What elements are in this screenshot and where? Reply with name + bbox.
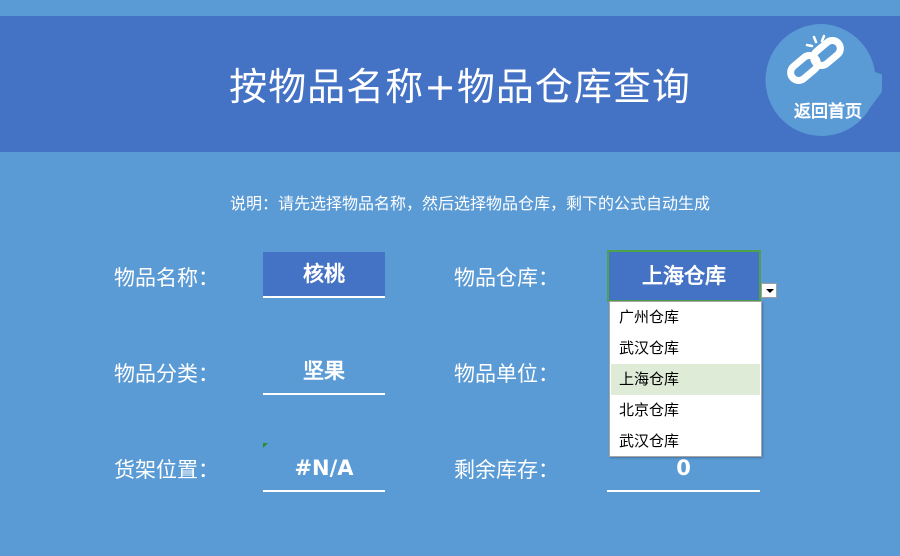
item-name-label: 物品名称： <box>114 266 219 290</box>
dropdown-arrow-icon[interactable] <box>761 283 777 298</box>
warehouse-label: 物品仓库： <box>454 266 559 290</box>
warehouse-dropdown-list: 广州仓库 武汉仓库 上海仓库 北京仓库 武汉仓库 <box>609 301 762 457</box>
category-cell[interactable]: 坚果 <box>263 349 385 395</box>
dropdown-option[interactable]: 广州仓库 <box>611 302 760 333</box>
shelf-label: 货架位置： <box>114 458 219 482</box>
shelf-cell[interactable]: #N/A <box>263 446 385 492</box>
dropdown-option[interactable]: 北京仓库 <box>611 395 760 426</box>
home-label: 返回首页 <box>794 102 862 122</box>
unit-label: 物品单位： <box>454 362 559 386</box>
dropdown-option[interactable]: 武汉仓库 <box>611 333 760 364</box>
stock-label: 剩余库存： <box>454 458 559 482</box>
warehouse-cell[interactable]: 上海仓库 <box>607 250 761 302</box>
item-name-cell[interactable]: 核桃 <box>263 252 385 298</box>
dropdown-option-selected[interactable]: 上海仓库 <box>611 364 760 395</box>
home-button[interactable]: 返回首页 <box>764 22 882 138</box>
category-label: 物品分类： <box>114 362 219 386</box>
top-strip <box>0 0 900 16</box>
dropdown-option[interactable]: 武汉仓库 <box>611 426 760 457</box>
instruction-note: 说明：请先选择物品名称，然后选择物品仓库，剩下的公式自动生成 <box>230 194 711 213</box>
